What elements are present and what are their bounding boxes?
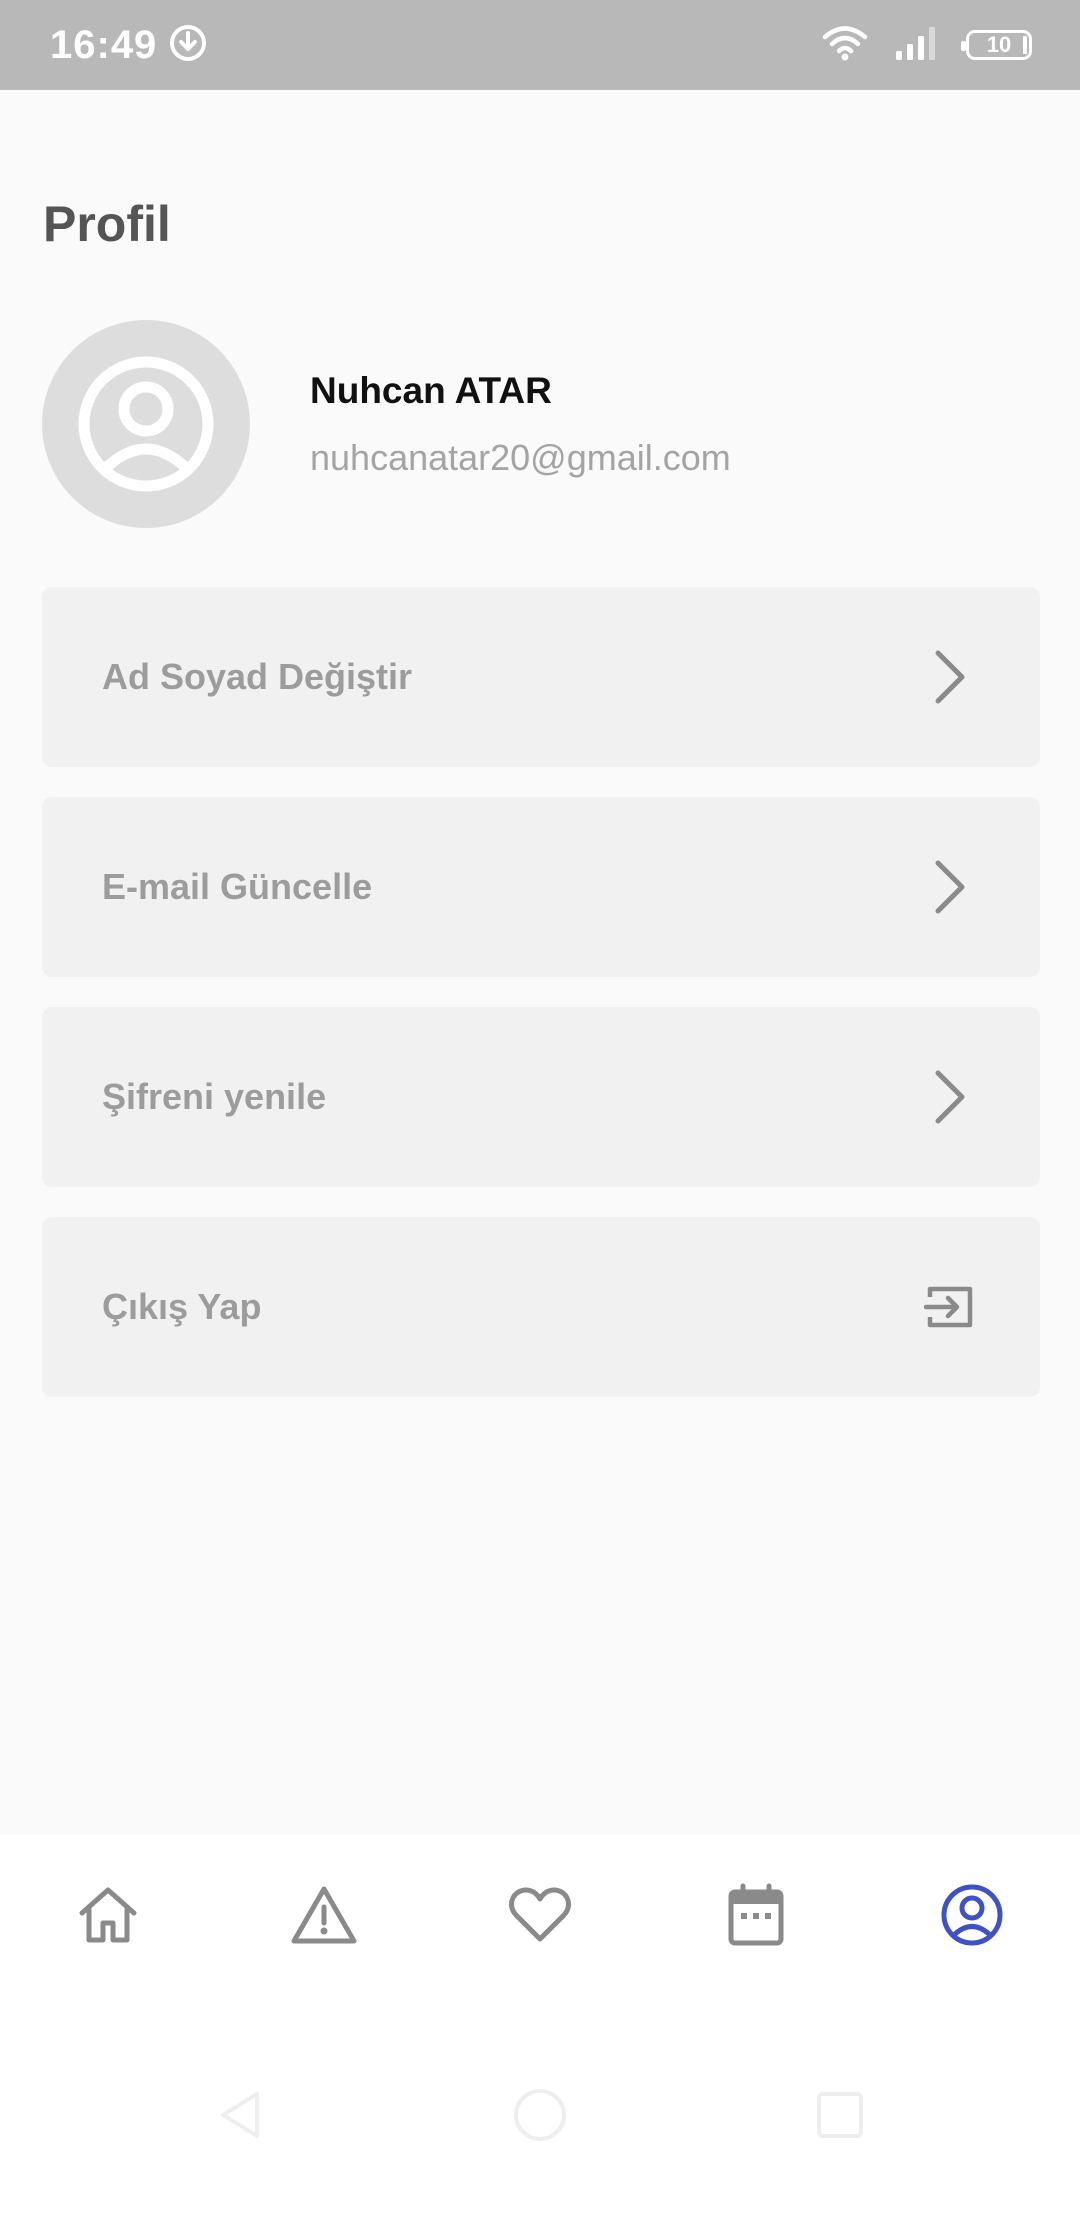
menu-item-label: E-mail Güncelle	[102, 866, 373, 907]
calendar-icon	[728, 1883, 784, 1946]
logout-button[interactable]: Çıkış Yap	[42, 1217, 1040, 1397]
nav-calendar-button[interactable]	[716, 1875, 796, 1955]
status-time: 16:49	[50, 22, 158, 67]
system-back-button[interactable]	[205, 2080, 275, 2150]
menu-item-label: Çıkış Yap	[102, 1286, 262, 1327]
system-home-button[interactable]	[505, 2080, 575, 2150]
home-circle-icon	[514, 2089, 566, 2141]
system-nav	[0, 2025, 1080, 2220]
nav-warning-button[interactable]	[284, 1875, 364, 1955]
download-icon	[169, 24, 207, 67]
signal-icon	[894, 25, 940, 66]
logout-icon	[920, 1277, 980, 1337]
chevron-right-icon	[920, 857, 980, 917]
user-circle-icon	[78, 356, 214, 492]
change-name-button[interactable]: Ad Soyad Değiştir	[42, 587, 1040, 767]
chevron-right-icon	[920, 647, 980, 707]
status-right: 10	[822, 24, 1032, 67]
nav-favorites-button[interactable]	[500, 1875, 580, 1955]
recents-square-icon	[817, 2092, 863, 2138]
nav-home-button[interactable]	[68, 1875, 148, 1955]
user-email: nuhcanatar20@gmail.com	[310, 437, 731, 478]
menu-item-label: Ad Soyad Değiştir	[102, 656, 413, 697]
page-title: Profil	[43, 196, 171, 252]
status-left: 16:49	[50, 23, 207, 68]
back-triangle-icon	[221, 2092, 259, 2138]
chevron-right-icon	[920, 1067, 980, 1127]
status-bar: 16:49 10	[0, 0, 1080, 90]
nav-profile-button[interactable]	[932, 1875, 1012, 1955]
heart-icon	[509, 1887, 571, 1942]
reset-password-button[interactable]: Şifreni yenile	[42, 1007, 1040, 1187]
avatar[interactable]	[42, 320, 250, 528]
warning-icon	[291, 1886, 357, 1944]
profile-icon	[941, 1884, 1003, 1946]
battery-icon: 10	[961, 30, 1032, 60]
menu-item-label: Şifreni yenile	[102, 1076, 327, 1117]
user-name: Nuhcan ATAR	[310, 370, 552, 411]
update-email-button[interactable]: E-mail Güncelle	[42, 797, 1040, 977]
bottom-nav	[0, 1835, 1080, 2025]
home-icon	[79, 1887, 137, 1943]
system-recents-button[interactable]	[805, 2080, 875, 2150]
wifi-icon	[822, 24, 868, 67]
